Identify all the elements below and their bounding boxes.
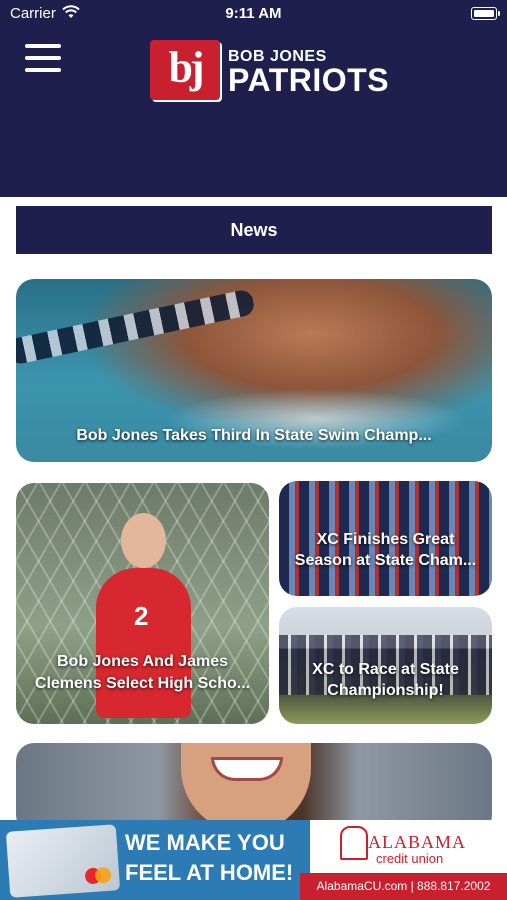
news-card-xc-race[interactable]: XC to Race at State Championship! (279, 607, 492, 724)
team-logo: bj BOB JONES PATRIOTS (150, 40, 390, 102)
news-section-button[interactable]: News (16, 206, 492, 254)
ad-contact: AlabamaCU.com | 888.817.2002 (300, 873, 507, 900)
player-image (96, 568, 191, 718)
news-card-swim[interactable]: Bob Jones Takes Third In State Swim Cham… (16, 279, 492, 462)
news-card-xc-season[interactable]: XC Finishes Great Season at State Cham..… (279, 481, 492, 596)
news-card-title: XC Finishes Great Season at State Cham..… (294, 531, 477, 569)
ad-tagline-2: FEEL AT HOME! (125, 860, 294, 885)
lane-rope-image (16, 288, 256, 366)
bank-building-icon (340, 826, 368, 860)
logo-title: PATRIOTS (228, 62, 390, 98)
credit-card-image (5, 824, 121, 898)
ad-left-panel: WE MAKE YOU FEEL AT HOME! (0, 820, 310, 900)
clock: 9:11 AM (225, 5, 282, 22)
ad-banner[interactable]: WE MAKE YOU FEEL AT HOME! ALABAMA credit… (0, 820, 507, 900)
status-bar: Carrier 9:11 AM (0, 0, 507, 28)
news-card-title: XC to Race at State Championship! (312, 661, 459, 699)
app-header: Carrier 9:11 AM bj BOB JONES PATRIOTS (0, 0, 507, 197)
logo-mark: bj (150, 40, 220, 100)
ad-tagline-1: WE MAKE YOU (125, 830, 285, 855)
ad-brand-name: ALABAMA (368, 832, 467, 852)
news-card-title: Bob Jones Takes Third In State Swim Cham… (76, 427, 432, 444)
ad-brand-sub: credit union (376, 851, 444, 866)
news-card-soccer[interactable]: 2 Bob Jones And James Clemens Select Hig… (16, 483, 269, 724)
news-card-title: Bob Jones And James Clemens Select High … (34, 653, 251, 692)
jersey-number: 2 (134, 601, 149, 631)
hamburger-menu-icon[interactable] (25, 44, 61, 72)
player-head-image (121, 513, 166, 568)
battery-icon (471, 7, 500, 20)
